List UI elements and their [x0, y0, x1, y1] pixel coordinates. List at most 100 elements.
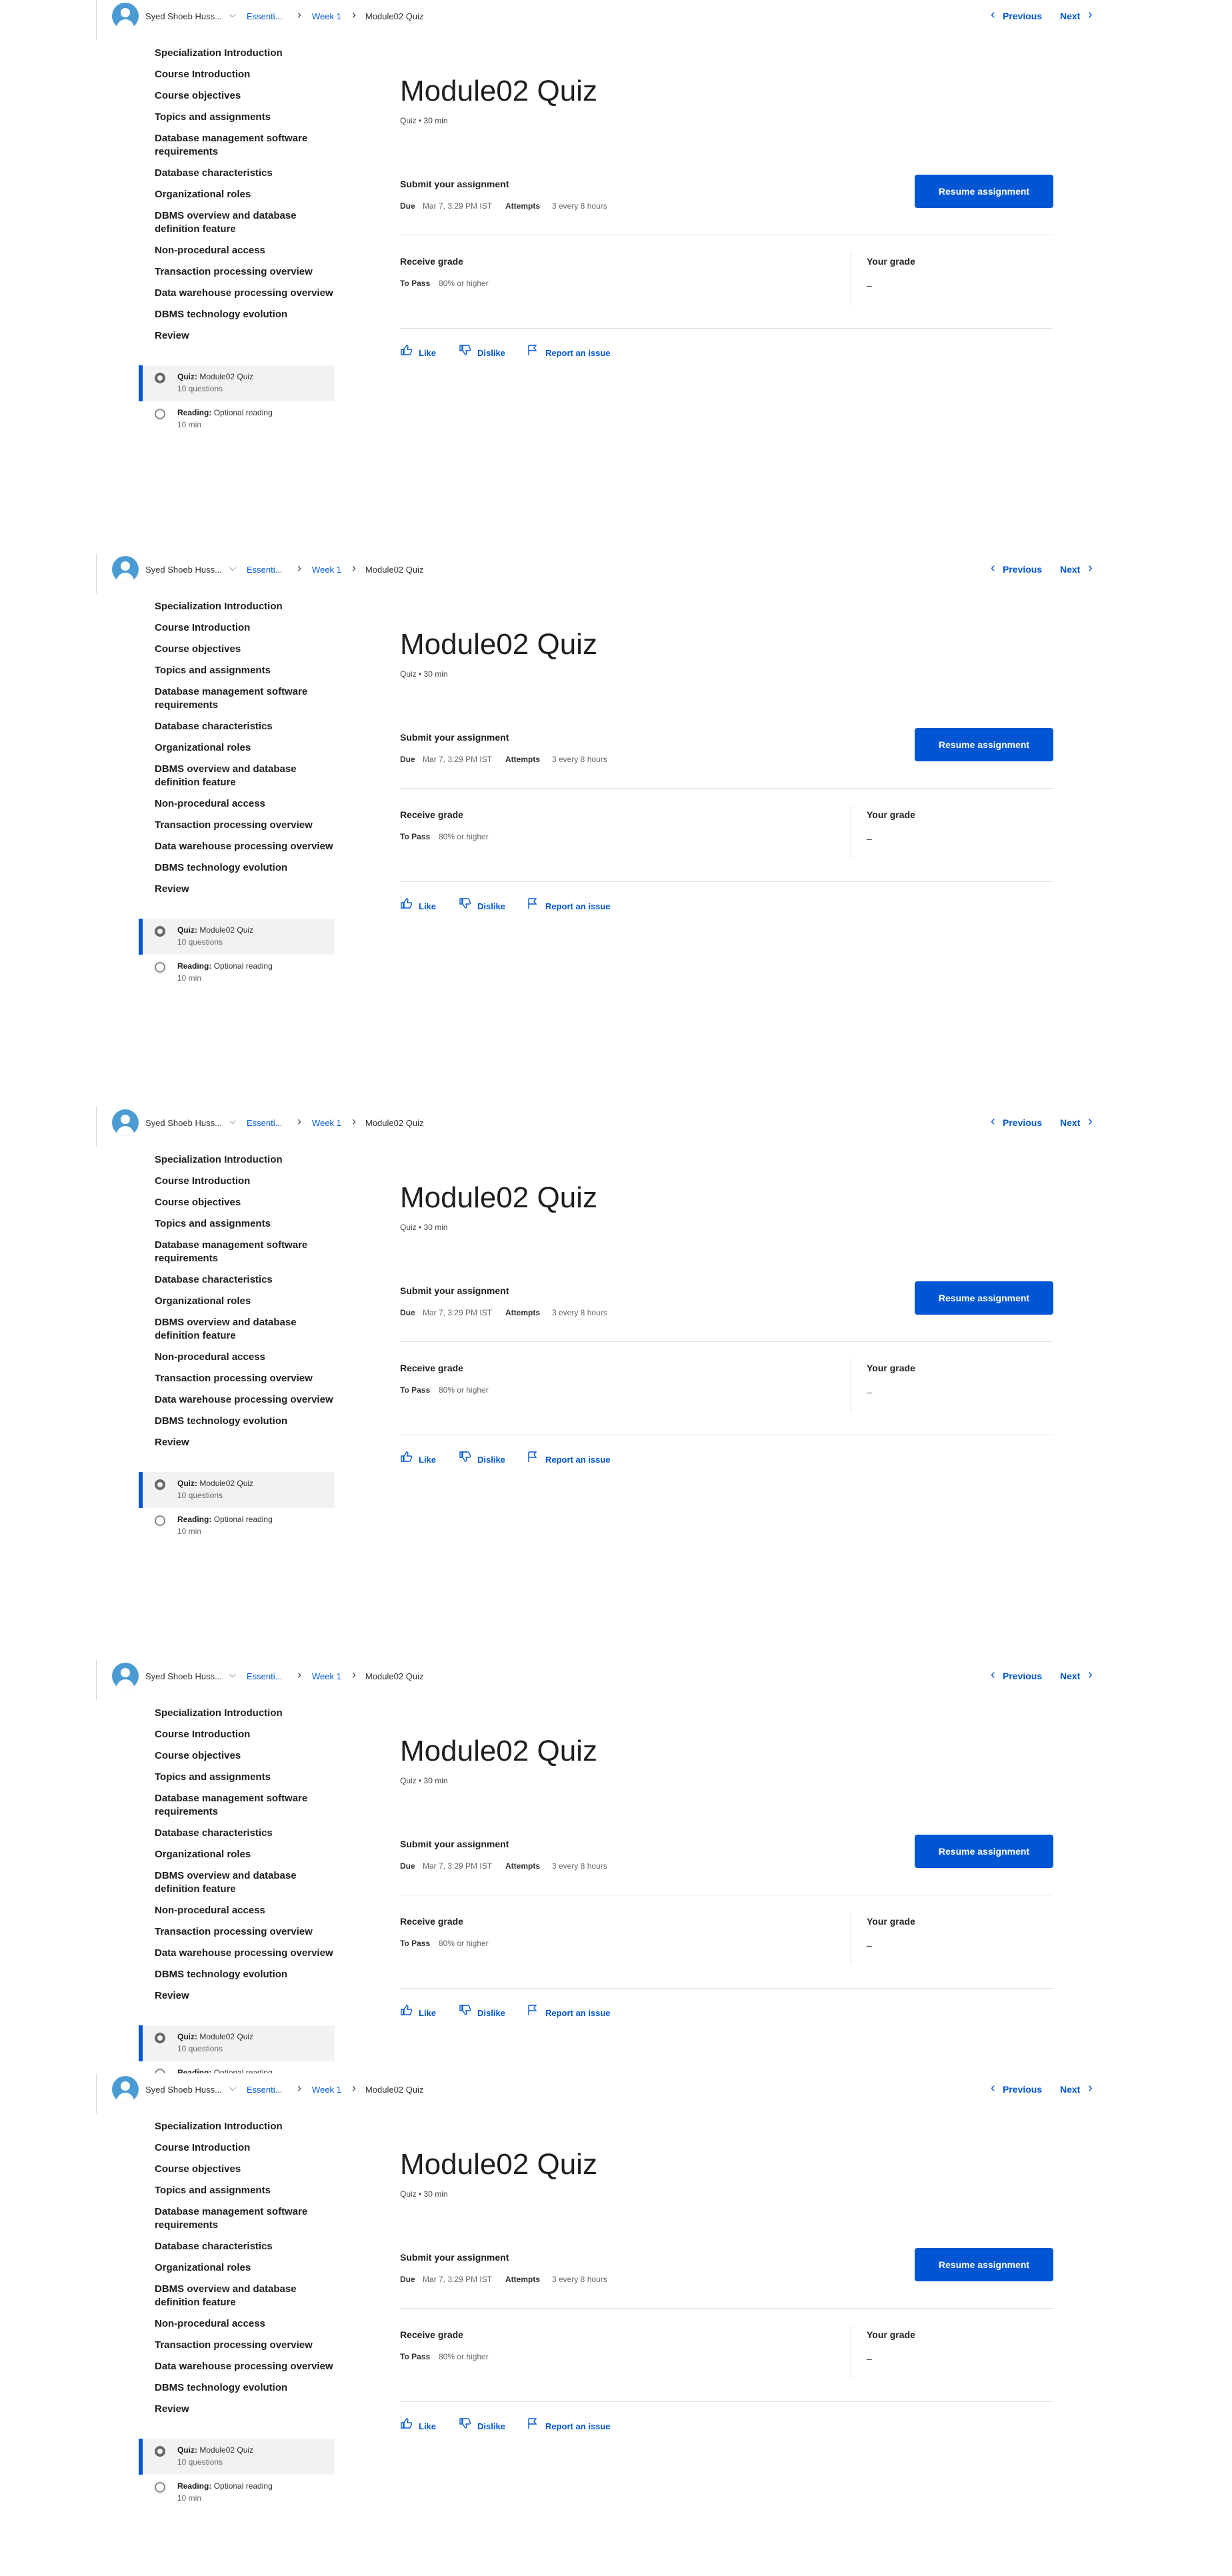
flag-icon[interactable] — [527, 344, 539, 356]
like-button[interactable]: Like — [419, 2008, 436, 2018]
breadcrumb-week[interactable]: Week 1 — [312, 1671, 341, 1681]
user-name[interactable]: Syed Shoeb Huss... — [145, 1671, 222, 1681]
sidebar-item[interactable]: Specialization Introduction — [155, 47, 335, 60]
resume-assignment-button[interactable]: Resume assignment — [915, 2248, 1053, 2281]
sidebar-item[interactable]: Data warehouse processing overview — [155, 1947, 335, 1960]
sidebar-item[interactable]: DBMS overview and database definition fe… — [155, 763, 335, 789]
sidebar-item[interactable]: Review — [155, 883, 335, 896]
sidebar-item[interactable]: DBMS technology evolution — [155, 308, 335, 321]
dislike-button[interactable]: Dislike — [477, 2421, 505, 2431]
sidebar-item[interactable]: Database characteristics — [155, 1273, 335, 1287]
chevron-right-icon[interactable]: › — [1088, 561, 1093, 576]
report-issue-button[interactable]: Report an issue — [545, 901, 611, 911]
sidebar-item[interactable]: Specialization Introduction — [155, 1153, 335, 1167]
breadcrumb-course[interactable]: Essenti... — [247, 565, 282, 575]
avatar[interactable] — [112, 2076, 139, 2103]
chevron-left-icon[interactable]: ‹ — [991, 7, 995, 23]
report-issue-button[interactable]: Report an issue — [545, 1455, 611, 1465]
previous-button[interactable]: Previous — [1003, 1671, 1042, 1681]
thumbs-down-icon[interactable] — [459, 344, 471, 356]
sidebar-item[interactable]: Database characteristics — [155, 167, 335, 180]
sidebar-item[interactable]: Organizational roles — [155, 741, 335, 755]
sidebar-item[interactable]: Topics and assignments — [155, 664, 335, 677]
sidebar-item[interactable]: Database characteristics — [155, 2240, 335, 2253]
sidebar-item[interactable]: Course objectives — [155, 1749, 335, 1763]
chevron-down-icon[interactable]: ⌵ — [229, 9, 236, 20]
sidebar-item[interactable]: Database management software requirement… — [155, 1792, 335, 1819]
breadcrumb-week[interactable]: Week 1 — [312, 1118, 341, 1128]
previous-button[interactable]: Previous — [1003, 1117, 1042, 1128]
previous-button[interactable]: Previous — [1003, 564, 1042, 575]
like-button[interactable]: Like — [419, 1455, 436, 1465]
sidebar-item[interactable]: Review — [155, 1989, 335, 2003]
sidebar-item[interactable]: Specialization Introduction — [155, 600, 335, 613]
sidebar-item[interactable]: Transaction processing overview — [155, 1372, 335, 1385]
sidebar-item[interactable]: DBMS overview and database definition fe… — [155, 1316, 335, 1343]
resume-assignment-button[interactable]: Resume assignment — [915, 728, 1053, 761]
sidebar-item[interactable]: Database characteristics — [155, 720, 335, 733]
sidebar-item[interactable]: Data warehouse processing overview — [155, 1393, 335, 1407]
chevron-right-icon[interactable]: › — [1088, 7, 1093, 23]
thumbs-up-icon[interactable] — [400, 2417, 412, 2429]
dislike-button[interactable]: Dislike — [477, 1455, 505, 1465]
chevron-left-icon[interactable]: ‹ — [991, 561, 995, 576]
sidebar-item[interactable]: Course objectives — [155, 643, 335, 656]
chevron-down-icon[interactable]: ⌵ — [229, 1669, 236, 1680]
chevron-down-icon[interactable]: ⌵ — [229, 1116, 236, 1127]
thumbs-down-icon[interactable] — [459, 897, 471, 909]
avatar[interactable] — [112, 1663, 139, 1689]
sidebar-item[interactable]: Course Introduction — [155, 621, 335, 635]
avatar[interactable] — [112, 3, 139, 29]
chevron-left-icon[interactable]: ‹ — [991, 1667, 995, 1683]
chevron-right-icon[interactable]: › — [1088, 1114, 1093, 1129]
sidebar-item[interactable]: Course Introduction — [155, 1175, 335, 1188]
sidebar-item[interactable]: Transaction processing overview — [155, 819, 335, 832]
breadcrumb-course[interactable]: Essenti... — [247, 11, 282, 21]
resume-assignment-button[interactable]: Resume assignment — [915, 1281, 1053, 1315]
sidebar-item[interactable]: DBMS overview and database definition fe… — [155, 2283, 335, 2309]
sidebar-item[interactable]: DBMS technology evolution — [155, 861, 335, 875]
avatar[interactable] — [112, 556, 139, 583]
thumbs-down-icon[interactable] — [459, 2004, 471, 2016]
sidebar-item[interactable]: Course objectives — [155, 1196, 335, 1209]
thumbs-down-icon[interactable] — [459, 2417, 471, 2429]
sidebar-item[interactable]: Data warehouse processing overview — [155, 287, 335, 300]
sidebar-item[interactable]: Organizational roles — [155, 2261, 335, 2275]
sidebar-item[interactable]: Database management software requirement… — [155, 2205, 335, 2232]
thumbs-up-icon[interactable] — [400, 2004, 412, 2016]
user-name[interactable]: Syed Shoeb Huss... — [145, 11, 222, 21]
next-button[interactable]: Next — [1060, 1671, 1080, 1681]
flag-icon[interactable] — [527, 1451, 539, 1463]
sidebar-item[interactable]: DBMS technology evolution — [155, 1968, 335, 1981]
sidebar-item[interactable]: Specialization Introduction — [155, 1707, 335, 1720]
resume-assignment-button[interactable]: Resume assignment — [915, 1835, 1053, 1868]
sidebar-item[interactable]: Transaction processing overview — [155, 2339, 335, 2352]
like-button[interactable]: Like — [419, 2421, 436, 2431]
sidebar-item[interactable]: Topics and assignments — [155, 2184, 335, 2197]
breadcrumb-week[interactable]: Week 1 — [312, 11, 341, 21]
sidebar-item[interactable]: DBMS technology evolution — [155, 2381, 335, 2395]
next-button[interactable]: Next — [1060, 11, 1080, 21]
sidebar-item[interactable]: Database management software requirement… — [155, 685, 335, 712]
sidebar-item[interactable]: Topics and assignments — [155, 111, 335, 124]
next-button[interactable]: Next — [1060, 2084, 1080, 2095]
sidebar-item[interactable]: DBMS technology evolution — [155, 1415, 335, 1428]
avatar[interactable] — [112, 1109, 139, 1136]
report-issue-button[interactable]: Report an issue — [545, 348, 611, 358]
sidebar-item[interactable]: Organizational roles — [155, 1295, 335, 1308]
dislike-button[interactable]: Dislike — [477, 901, 505, 911]
report-issue-button[interactable]: Report an issue — [545, 2421, 611, 2431]
breadcrumb-week[interactable]: Week 1 — [312, 2085, 341, 2095]
sidebar-item[interactable]: Organizational roles — [155, 188, 335, 201]
sidebar-item[interactable]: Course Introduction — [155, 2141, 335, 2155]
user-name[interactable]: Syed Shoeb Huss... — [145, 565, 222, 575]
sidebar-item[interactable]: Topics and assignments — [155, 1217, 335, 1231]
sidebar-item[interactable]: Review — [155, 329, 335, 343]
next-button[interactable]: Next — [1060, 1117, 1080, 1128]
chevron-left-icon[interactable]: ‹ — [991, 1114, 995, 1129]
breadcrumb-course[interactable]: Essenti... — [247, 1118, 282, 1128]
sidebar-item[interactable]: Non-procedural access — [155, 797, 335, 811]
chevron-right-icon[interactable]: › — [1088, 1667, 1093, 1683]
thumbs-up-icon[interactable] — [400, 344, 412, 356]
sidebar-item[interactable]: Review — [155, 1436, 335, 1449]
